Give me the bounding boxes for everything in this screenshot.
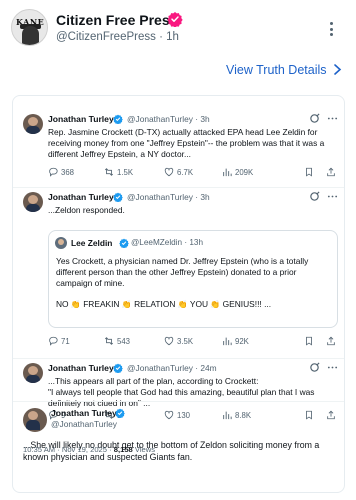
bookmark-icon [306, 336, 312, 346]
tweet-author-name[interactable]: Jonathan Turley [48, 192, 114, 202]
handle-separator: · [159, 31, 163, 43]
clapping-hands-emoji: 👏 [210, 300, 221, 309]
tweet-meta: 10:35 AM · Nov 19, 2025 · 8,158 Views [23, 445, 155, 454]
like-button[interactable]: 3.5K [164, 336, 193, 346]
quoted-tweet[interactable]: Lee Zeldin @LeeMZeldin · 13h Yes Crocket… [48, 230, 338, 328]
view-truth-details-label: View Truth Details [226, 63, 327, 77]
chevron-right-icon [334, 64, 342, 75]
share-icon [327, 167, 335, 177]
more-icon [327, 117, 338, 120]
tweet-author-handle[interactable]: @JonathanTurley · 3h [127, 114, 210, 124]
reply-icon [49, 167, 58, 177]
tweet-avatar[interactable] [23, 114, 43, 134]
verified-badge-icon [167, 12, 183, 27]
heart-icon [164, 167, 174, 177]
author-handle[interactable]: @CitizenFreePress · 1h [56, 31, 179, 43]
embedded-thread-card[interactable]: Jonathan Turley @JonathanTurley · 3h Rep… [12, 95, 345, 493]
analytics-icon [223, 337, 232, 346]
retweet-button[interactable]: 543 [104, 336, 130, 346]
views-count: 8,158 [113, 445, 133, 454]
clapping-hands-emoji: 👏 [70, 300, 81, 309]
quote-avatar[interactable] [55, 237, 67, 249]
tweet-text-line: ...This appears all part of the plan, ac… [48, 376, 259, 386]
retweet-button[interactable]: 1.5K [104, 167, 133, 177]
post-header: KANE Citizen Free Press @CitizenFreePres… [0, 0, 356, 56]
tweet-actions: 71 543 3.5K 92K [48, 336, 338, 348]
tweet-text: Rep. Jasmine Crockett (D-TX) actually at… [48, 127, 325, 159]
share-button[interactable] [326, 167, 336, 177]
grok-icon[interactable] [309, 191, 338, 204]
more-icon [327, 366, 338, 369]
verified-badge-icon [113, 363, 123, 373]
clapping-hands-emoji: 👏 [177, 300, 188, 309]
tweet-author-handle[interactable]: @JonathanTurley [51, 419, 117, 429]
tweet-timestamp[interactable]: 10:35 AM · Nov 19, 2025 · [23, 445, 112, 454]
share-icon [327, 336, 335, 346]
grok-icon[interactable] [309, 362, 338, 375]
quote-clap-line: NO 👏 FREAKIN 👏 RELATION 👏 YOU 👏 GENIUS!!… [56, 299, 272, 309]
views-button[interactable]: 92K [222, 336, 249, 346]
more-options-icon[interactable] [328, 22, 334, 38]
tweet-avatar[interactable] [23, 363, 43, 383]
share-button[interactable] [326, 336, 336, 346]
tweet-author-handle[interactable]: @JonathanTurley · 24m [127, 363, 217, 373]
thread-tweet[interactable]: Jonathan Turley @JonathanTurley · 3h Rep… [13, 110, 346, 185]
quote-author-handle[interactable]: @LeeMZeldin · 13h [131, 238, 203, 247]
tweet-author-name[interactable]: Jonathan Turley [51, 408, 117, 418]
views-button[interactable]: 209K [222, 167, 253, 177]
grok-icon[interactable] [309, 113, 338, 126]
verified-badge-icon [119, 238, 129, 248]
tweet-author-handle[interactable]: @JonathanTurley · 3h [127, 192, 210, 202]
views-label: Views [134, 445, 156, 454]
tweet-text: ...Zeldon responded. [48, 205, 125, 215]
reply-icon [49, 336, 58, 346]
reply-button[interactable]: 71 [48, 336, 70, 346]
heart-icon [164, 336, 174, 346]
author-avatar[interactable]: KANE [11, 9, 48, 46]
retweet-icon [104, 337, 114, 345]
like-button[interactable]: 6.7K [164, 167, 193, 177]
reply-button[interactable]: 368 [48, 167, 74, 177]
verified-badge-icon [115, 408, 125, 418]
avatar-figure-shape [22, 26, 39, 45]
tweet-avatar[interactable] [23, 192, 43, 212]
author-handle-text: @CitizenFreePress [56, 31, 156, 43]
post-age: 1h [166, 31, 179, 43]
more-icon [327, 195, 338, 198]
bookmark-icon [306, 167, 312, 177]
verified-badge-icon [113, 192, 123, 202]
tweet-author-name[interactable]: Jonathan Turley [48, 363, 114, 373]
verified-badge-icon [113, 114, 123, 124]
clapping-hands-emoji: 👏 [121, 300, 132, 309]
tweet-avatar[interactable] [23, 408, 47, 432]
retweet-icon [104, 168, 114, 176]
quote-text: Yes Crockett, a physician named Dr. Jeff… [56, 256, 309, 288]
view-truth-details-link[interactable]: View Truth Details [226, 63, 342, 77]
bookmark-button[interactable] [304, 167, 314, 177]
tweet-actions: 368 1.5K 6.7K 209K [48, 167, 338, 179]
bookmark-button[interactable] [304, 336, 314, 346]
quote-author-name[interactable]: Lee Zeldin [71, 238, 112, 248]
analytics-icon [223, 168, 232, 177]
tweet-author-name[interactable]: Jonathan Turley [48, 114, 114, 124]
author-name[interactable]: Citizen Free Press [56, 12, 177, 28]
